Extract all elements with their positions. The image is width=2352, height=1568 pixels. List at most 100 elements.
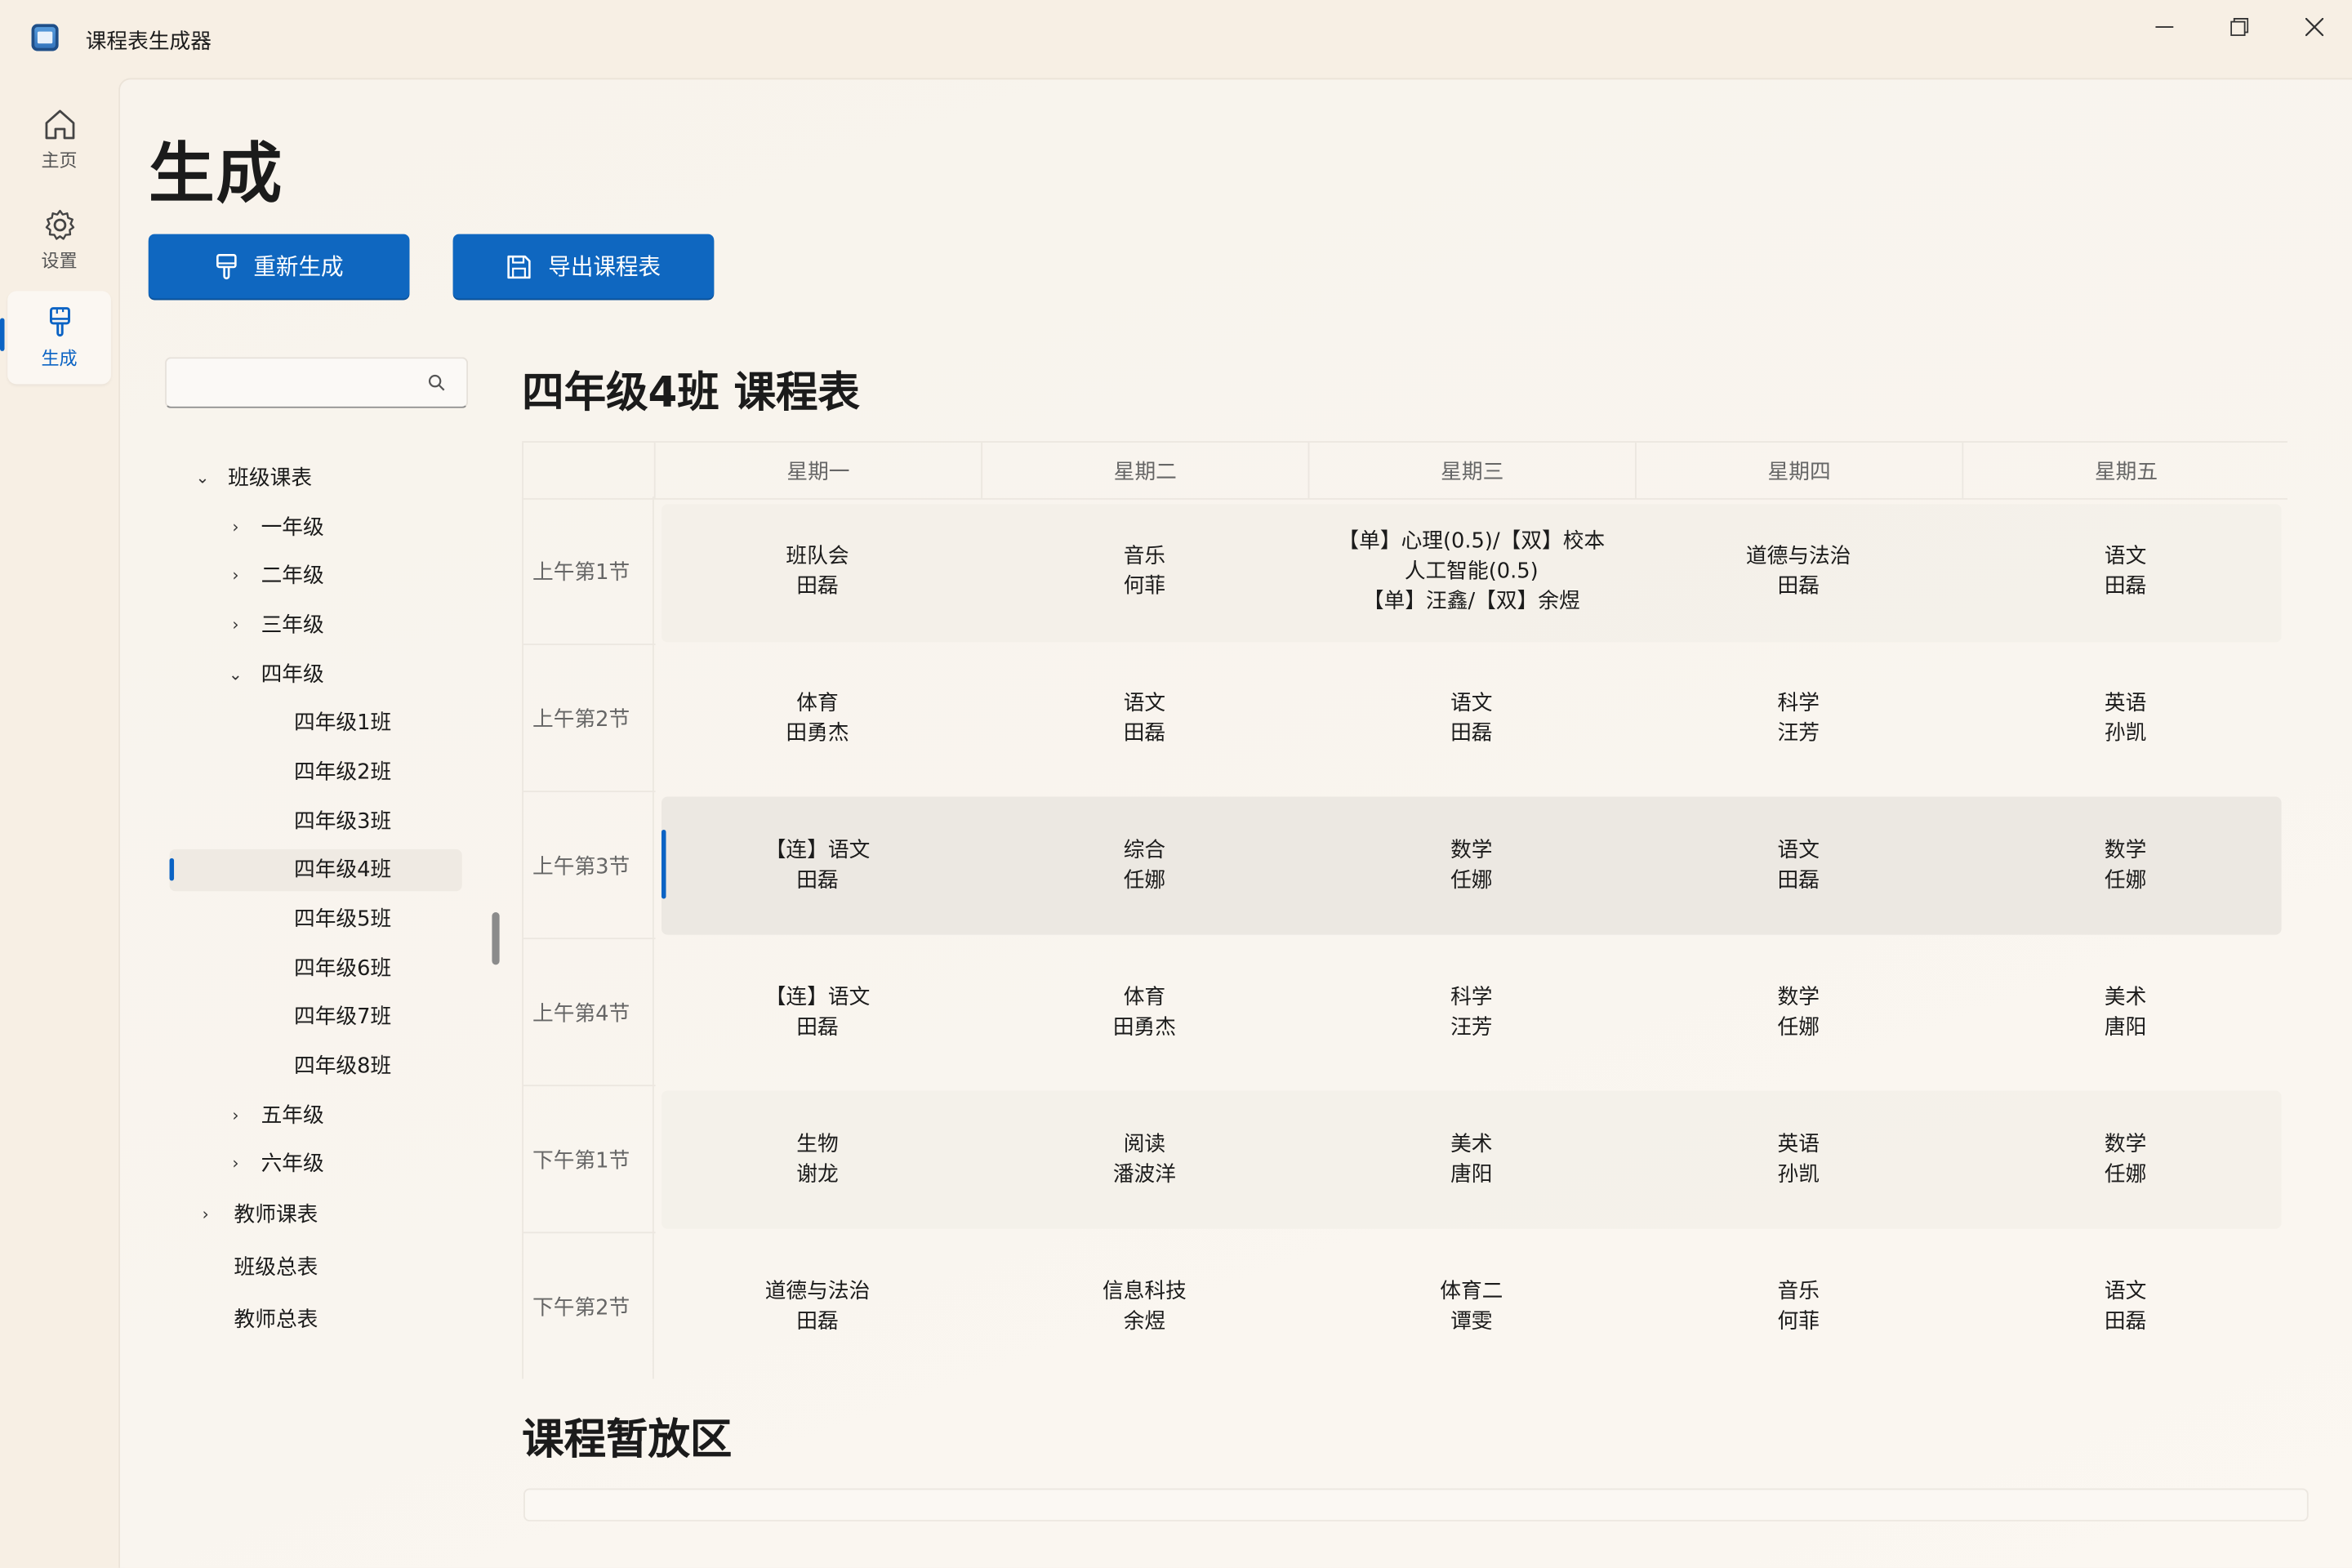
tree-item-teacher-schedules[interactable]: › 教师课表 [197, 1192, 318, 1236]
holding-area-dropzone[interactable] [523, 1488, 2309, 1521]
schedule-cell[interactable]: 生物 谢龙 [654, 1091, 981, 1229]
cell-teacher: 余煜 [1123, 1309, 1166, 1334]
schedule-cell[interactable]: 【单】心理(0.5)/【双】校本 人工智能(0.5) 【单】汪鑫/【双】余煜 [1308, 502, 1635, 640]
schedule-cell[interactable]: 音乐 何菲 [981, 502, 1307, 640]
schedule-cell[interactable]: 阅读 潘波洋 [981, 1091, 1307, 1229]
title-bar: 课程表生成器 [0, 0, 2352, 78]
schedule-cell[interactable]: 体育二 谭雯 [1308, 1238, 1635, 1376]
tree-item-class[interactable]: 四年级3班 [294, 798, 391, 843]
schedule-cell[interactable]: 道德与法治 田磊 [1635, 502, 1962, 640]
tree-label: 六年级 [261, 1152, 324, 1177]
tree-item-grade-6[interactable]: › 六年级 [226, 1140, 323, 1185]
schedule-cell[interactable]: 科学 汪芳 [1308, 944, 1635, 1082]
tree-item-grade-4[interactable]: ⌄ 四年级 [226, 651, 324, 696]
schedule-cell[interactable]: 体育 田勇杰 [654, 650, 981, 788]
tree-item-class-schedules[interactable]: ⌄ 班级课表 [194, 455, 312, 500]
nav-item-home[interactable]: 主页 [7, 93, 111, 186]
cell-line: 音乐 [1777, 1280, 1820, 1304]
cell-line: 语文 [2104, 1280, 2147, 1304]
tree-item-grade-2[interactable]: › 二年级 [226, 552, 323, 597]
minimize-button[interactable] [2127, 0, 2202, 54]
cell-teacher: 任娜 [1450, 868, 1493, 893]
schedule-cell[interactable]: 美术 唐阳 [1308, 1091, 1635, 1229]
cell-line: 语文 [1450, 691, 1493, 716]
schedule-cell[interactable]: 数学 任娜 [1635, 944, 1962, 1082]
period-label: 上午第4节 [532, 1002, 630, 1027]
regenerate-button-label: 重新生成 [253, 253, 344, 281]
schedule-cell[interactable]: 综合 任娜 [981, 797, 1307, 935]
tree-item-class[interactable]: 四年级5班 [294, 896, 391, 941]
search-icon[interactable] [427, 373, 445, 391]
row-divider [523, 1232, 656, 1234]
close-button[interactable] [2277, 0, 2352, 54]
tree-item-teacher-total[interactable]: 教师总表 [234, 1296, 318, 1341]
tree-item-grade-5[interactable]: › 五年级 [226, 1092, 323, 1137]
tree-label: 四年级7班 [293, 1004, 392, 1030]
schedule-cell[interactable]: 语文 田磊 [981, 650, 1307, 788]
cell-line: 英语 [1777, 1133, 1820, 1157]
tree-item-class-selected[interactable]: 四年级4班 [294, 846, 391, 891]
cell-teacher: 何菲 [1123, 574, 1166, 599]
cell-line: 数学 [2104, 838, 2147, 863]
schedule-cell[interactable]: 道德与法治 田磊 [654, 1238, 981, 1376]
schedule-cell[interactable]: 信息科技 余煜 [981, 1238, 1307, 1376]
cell-line: 信息科技 [1102, 1280, 1187, 1304]
cell-line: 数学 [2104, 1133, 2147, 1157]
schedule-cell[interactable]: 语文 田磊 [1962, 1238, 2288, 1376]
cell-teacher: 田磊 [1123, 721, 1166, 746]
tree-scrollbar-thumb[interactable] [492, 912, 500, 965]
cell-teacher: 田磊 [2104, 574, 2147, 599]
nav-item-generate[interactable]: 生成 [7, 291, 111, 385]
tree-selection-indicator [169, 858, 175, 881]
schedule-cell[interactable]: 【连】语文 田磊 [654, 797, 981, 935]
tree-item-grade-1[interactable]: › 一年级 [226, 504, 323, 549]
period-label: 下午第1节 [532, 1149, 630, 1174]
cell-teacher: 任娜 [2104, 868, 2147, 893]
schedule-cell[interactable]: 【连】语文 田磊 [654, 944, 981, 1082]
cell-line: 语文 [2104, 544, 2147, 569]
cell-line: 体育 [796, 691, 839, 716]
schedule-cell[interactable]: 科学 汪芳 [1635, 650, 1962, 788]
tree-item-class[interactable]: 四年级7班 [294, 993, 391, 1038]
page-title: 生成 [148, 136, 284, 213]
period-label: 上午第3节 [532, 855, 630, 880]
nav-item-settings[interactable]: 设置 [7, 194, 111, 287]
schedule-cell[interactable]: 语文 田磊 [1962, 502, 2288, 640]
tree-item-class[interactable]: 四年级6班 [294, 945, 391, 990]
header-day: 星期二 [981, 442, 1307, 498]
tree-item-class-total[interactable]: 班级总表 [234, 1244, 318, 1289]
cell-teacher: 田勇杰 [786, 721, 849, 746]
schedule-cell[interactable]: 英语 孙凯 [1635, 1091, 1962, 1229]
brush-icon [49, 307, 70, 337]
schedule-cell[interactable]: 语文 田磊 [1308, 650, 1635, 788]
schedule-cell[interactable]: 英语 孙凯 [1962, 650, 2288, 788]
cell-line: 阅读 [1123, 1133, 1166, 1157]
cell-teacher: 任娜 [1777, 1015, 1820, 1040]
tree-item-class[interactable]: 四年级2班 [294, 749, 391, 794]
search-input[interactable] [165, 357, 469, 408]
schedule-cell[interactable]: 班队会 田磊 [654, 502, 981, 640]
tree-item-class[interactable]: 四年级8班 [294, 1043, 391, 1088]
schedule-cell[interactable]: 美术 唐阳 [1962, 944, 2288, 1082]
tree-item-grade-3[interactable]: › 三年级 [226, 602, 323, 647]
maximize-button[interactable] [2202, 0, 2277, 54]
cell-line: 【连】语文 [764, 986, 871, 1010]
schedule-cell[interactable]: 数学 任娜 [1962, 1091, 2288, 1229]
tree-item-class[interactable]: 四年级1班 [294, 699, 391, 744]
schedule-cell[interactable]: 语文 田磊 [1635, 797, 1962, 935]
cell-teacher: 谢龙 [796, 1162, 839, 1187]
chevron-right-icon: › [232, 1105, 239, 1125]
schedule-cell[interactable]: 数学 任娜 [1962, 797, 2288, 935]
regenerate-button[interactable]: 重新生成 [148, 234, 410, 299]
row-divider [523, 1085, 656, 1087]
cell-line: 道德与法治 [1745, 544, 1851, 569]
cell-teacher: 田磊 [2104, 1309, 2147, 1334]
cell-line: 数学 [1777, 986, 1820, 1010]
schedule-cell[interactable]: 音乐 何菲 [1635, 1238, 1962, 1376]
export-button[interactable]: 导出课程表 [452, 234, 715, 299]
schedule-cell[interactable]: 数学 任娜 [1308, 797, 1635, 935]
period-label: 上午第2节 [532, 708, 630, 733]
cell-teacher: 潘波洋 [1112, 1162, 1176, 1187]
cell-line: 音乐 [1123, 544, 1166, 569]
schedule-cell[interactable]: 体育 田勇杰 [981, 944, 1307, 1082]
